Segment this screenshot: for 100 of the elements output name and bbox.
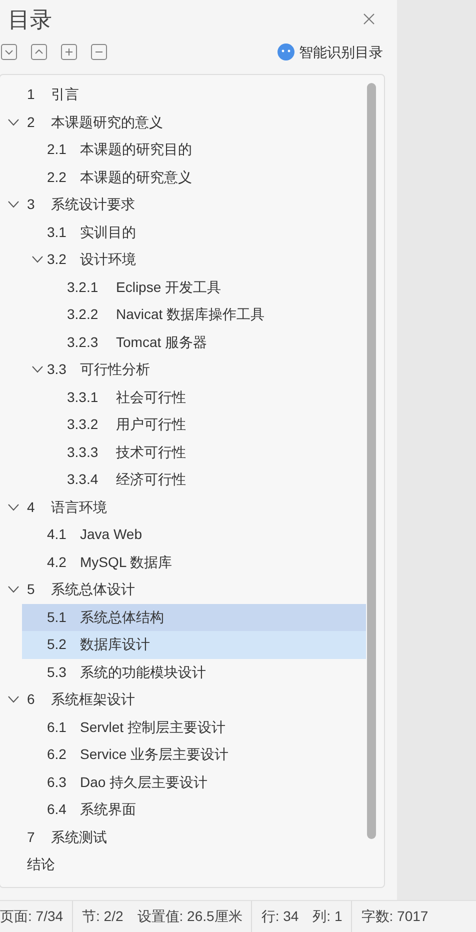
toc-item[interactable]: 3.3 可行性分析 (22, 356, 366, 384)
panel-title: 目录 (8, 6, 52, 34)
toc-item[interactable]: 3.2.1 Eclipse 开发工具 (42, 274, 366, 301)
section-number: 3.3.3 (67, 442, 100, 462)
toc-item[interactable]: 1 引言 (0, 81, 366, 108)
toc-item[interactable]: 结论 (0, 851, 366, 878)
section-number: 3.3.4 (67, 470, 100, 490)
section-number: 4.2 (47, 552, 68, 572)
section-title: 数据库设计 (80, 635, 150, 654)
toc-item[interactable]: 3.3.2 用户可行性 (42, 411, 366, 438)
section-title: Service 业务层主要设计 (80, 745, 229, 764)
toc-item[interactable]: 3.1 实训目的 (22, 218, 366, 246)
toc-item[interactable]: 6.4 系统界面 (22, 796, 366, 824)
section-number: 4.1 (47, 525, 68, 544)
toc-item[interactable]: 7 系统测试 (0, 824, 366, 851)
section-title: MySQL 数据库 (80, 552, 172, 572)
section-number: 3.3 (47, 360, 68, 380)
section-title: 系统测试 (51, 828, 107, 847)
section-title: 系统界面 (80, 800, 136, 820)
section-title: 社会可行性 (116, 388, 186, 407)
chevron-down-icon[interactable] (8, 504, 18, 511)
section-title: 系统的功能模块设计 (80, 662, 206, 682)
close-icon[interactable] (363, 13, 375, 25)
chevron-down-icon[interactable] (32, 256, 42, 264)
section-number: 2.1 (47, 140, 68, 160)
toc-item[interactable]: 2.1 本课题的研究目的 (22, 136, 366, 164)
section-number: 3.1 (47, 222, 68, 242)
toc-item[interactable]: 6.3 Dao 持久层主要设计 (22, 768, 366, 796)
section-title: Navicat 数据库操作工具 (116, 305, 265, 324)
section-number: 5.3 (47, 662, 68, 682)
status-item: 节: 2/2 (82, 907, 124, 926)
section-title: 技术可行性 (116, 442, 186, 462)
section-number: 3.2.1 (67, 278, 100, 297)
minus-icon[interactable] (91, 44, 107, 60)
plus-icon[interactable] (61, 44, 77, 60)
section-title: 系统总体结构 (80, 608, 164, 627)
section-title: Dao 持久层主要设计 (80, 772, 208, 792)
status-item: 字数: 7017 (361, 907, 428, 926)
section-number: 5.2 (47, 635, 68, 654)
toc-item[interactable]: 3.3.3 技术可行性 (42, 438, 366, 466)
section-title: 本课题的研究目的 (80, 140, 192, 160)
toc-item[interactable]: 4.2 MySQL 数据库 (22, 548, 366, 576)
toc-item[interactable]: 2.2 本课题的研究意义 (22, 164, 366, 191)
section-number: 6.4 (47, 800, 68, 820)
section-title: 可行性分析 (80, 360, 150, 380)
toc-item[interactable]: 5.1 系统总体结构 (22, 604, 366, 631)
scrollbar[interactable] (367, 83, 376, 839)
toc-item[interactable]: 2 本课题研究的意义 (0, 108, 366, 136)
toc-item[interactable]: 3.2 设计环境 (22, 246, 366, 274)
toc-item[interactable]: 6 系统框架设计 (0, 686, 366, 714)
section-number: 6.2 (47, 745, 68, 764)
toc-item[interactable]: 3.2.2 Navicat 数据库操作工具 (42, 301, 366, 328)
status-item: 设置值: 26.5厘米 (137, 907, 242, 926)
section-title: 系统设计要求 (51, 195, 135, 214)
toc-item[interactable]: 5.2 数据库设计 (22, 631, 366, 658)
section-title: Eclipse 开发工具 (116, 278, 222, 297)
toc-item[interactable]: 3.3.4 经济可行性 (42, 466, 366, 494)
toc-item[interactable]: 4.1 Java Web (22, 521, 366, 548)
toc-item[interactable]: 6.1 Servlet 控制层主要设计 (22, 714, 366, 741)
section-number: 3 (27, 195, 36, 214)
section-title: 经济可行性 (116, 470, 186, 490)
chevron-down-icon[interactable] (8, 201, 18, 208)
section-number: 6 (27, 690, 36, 710)
section-number: 5.1 (47, 608, 68, 627)
section-title: 系统总体设计 (51, 580, 135, 600)
status-item: 列: 1 (312, 907, 342, 926)
section-title: 系统框架设计 (51, 690, 135, 710)
toc-item[interactable]: 4 语言环境 (0, 494, 366, 521)
section-title: 语言环境 (51, 498, 107, 517)
chevron-down-icon[interactable] (8, 586, 18, 594)
toc-item[interactable]: 3.2.3 Tomcat 服务器 (42, 328, 366, 356)
toc-item[interactable]: 3.3.1 社会可行性 (42, 384, 366, 411)
section-title: 结论 (27, 855, 55, 874)
section-number: 3.3.2 (67, 415, 100, 434)
section-title: 设计环境 (80, 250, 136, 270)
collapse-all-icon[interactable] (1, 44, 17, 60)
section-number: 7 (27, 828, 36, 847)
section-number: 1 (27, 85, 36, 104)
toc-item[interactable]: 3 系统设计要求 (0, 191, 366, 218)
smart-toc-button[interactable]: 智能识别目录 (277, 42, 383, 62)
section-title: 本课题的研究意义 (80, 168, 192, 187)
chevron-down-icon[interactable] (8, 696, 18, 704)
expand-up-icon[interactable] (31, 44, 47, 60)
section-number: 2.2 (47, 168, 68, 187)
section-title: 实训目的 (80, 222, 136, 242)
section-number: 6.3 (47, 772, 68, 792)
section-number: 3.3.1 (67, 388, 100, 407)
section-title: Tomcat 服务器 (116, 332, 208, 352)
section-number: 5 (27, 580, 36, 600)
toc-item[interactable]: 6.2 Service 业务层主要设计 (22, 741, 366, 768)
section-number: 3.2 (47, 250, 68, 270)
toc-item[interactable]: 5 系统总体设计 (0, 576, 366, 604)
section-title: Java Web (80, 525, 142, 544)
chevron-down-icon[interactable] (32, 366, 42, 374)
status-item: 页面: 7/34 (0, 907, 64, 926)
toc-item[interactable]: 5.3 系统的功能模块设计 (22, 658, 366, 686)
section-number: 4 (27, 498, 36, 517)
chevron-down-icon[interactable] (8, 118, 18, 126)
section-number: 6.1 (47, 718, 68, 737)
section-number: 3.2.3 (67, 332, 100, 352)
